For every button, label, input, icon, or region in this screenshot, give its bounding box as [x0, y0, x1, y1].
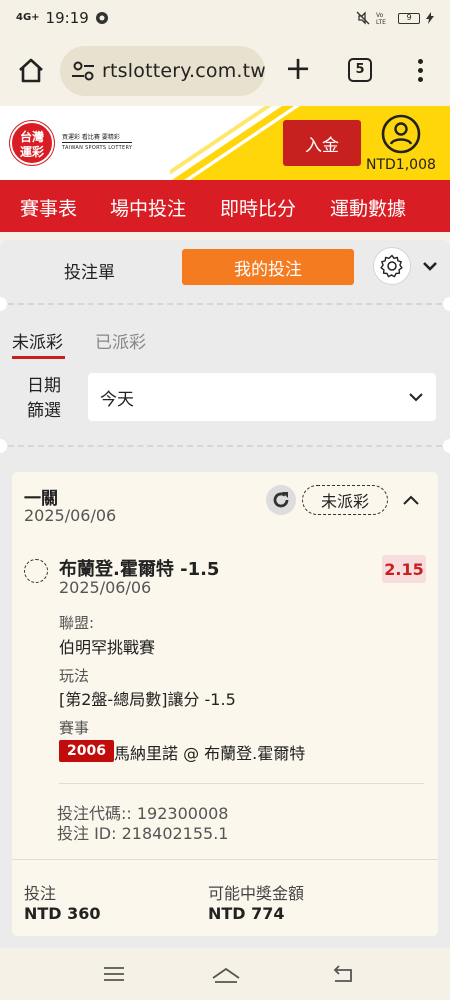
- divider: [8, 303, 442, 305]
- logo-slogan: 買運彩 看比賽 要精彩: [62, 134, 120, 141]
- app-notification-icon: [95, 12, 108, 24]
- market-label: 玩法: [59, 667, 90, 685]
- nav-item-live-scores[interactable]: 即時比分: [220, 194, 296, 221]
- tab-my-bets[interactable]: 我的投注: [182, 249, 354, 285]
- divider-notch: [443, 439, 450, 453]
- bet-panel: 投注單 我的投注 未派彩 已派彩 日期 篩選 今天 一關 2025/06/06 …: [0, 240, 450, 948]
- date-filter-label: 日期 篩選: [27, 376, 61, 421]
- svg-text:LTE: LTE: [376, 19, 386, 25]
- charging-icon: [426, 12, 434, 24]
- logo-english: TAIWAN SPORTS LOTTERY: [62, 142, 133, 153]
- account-balance: NTD1,008: [366, 157, 436, 173]
- status-badge: 未派彩: [302, 485, 388, 515]
- event-label: 賽事: [59, 719, 90, 737]
- refresh-icon: [273, 492, 289, 508]
- logo-badge: 台灣 運彩: [10, 121, 54, 165]
- nav-item-schedule[interactable]: 賽事表: [20, 194, 77, 221]
- address-bar[interactable]: rtslottery.com.tw: [60, 46, 265, 96]
- selection-date: 2025/06/06: [59, 578, 152, 597]
- chevron-down-icon: [409, 393, 423, 402]
- status-bar: 4G+ 19:19 Vo LTE 9: [0, 0, 450, 36]
- url-text: rtslottery.com.tw: [102, 60, 265, 82]
- home-icon[interactable]: [16, 56, 46, 86]
- bet-date: 2025/06/06: [24, 506, 117, 525]
- svg-text:Vo: Vo: [376, 12, 384, 19]
- league-label: 聯盟:: [59, 614, 95, 632]
- event-code-badge: 2006: [59, 740, 114, 762]
- tab-bet-slip[interactable]: 投注單: [64, 258, 115, 283]
- divider: [8, 445, 442, 447]
- system-nav-bar: [0, 948, 450, 1000]
- battery-icon: 9: [398, 12, 420, 24]
- date-filter-select[interactable]: 今天: [88, 373, 436, 421]
- mute-icon: [356, 11, 370, 25]
- tab-settled[interactable]: 已派彩: [95, 328, 146, 353]
- stake-value: NTD 360: [24, 904, 101, 923]
- new-tab-icon[interactable]: +: [283, 52, 313, 84]
- payout-label: 可能中獎金額: [208, 884, 305, 903]
- site-settings-icon[interactable]: [70, 58, 96, 84]
- divider-notch: [0, 439, 7, 453]
- recent-apps-icon[interactable]: [101, 964, 127, 984]
- active-tab-indicator: [12, 356, 65, 359]
- settings-button[interactable]: [373, 247, 411, 285]
- home-nav-icon[interactable]: [211, 964, 241, 984]
- clock: 19:19: [45, 9, 89, 27]
- volte-icon: VoLTE: [376, 12, 386, 25]
- date-filter-value: 今天: [100, 389, 134, 410]
- stake-label: 投注: [24, 884, 57, 903]
- bet-summary: 投注 NTD 360 可能中獎金額 NTD 774: [12, 859, 438, 936]
- divider-notch: [443, 297, 450, 311]
- site-logo[interactable]: 台灣 運彩 買運彩 看比賽 要精彩 TAIWAN SPORTS LOTTERY: [10, 121, 133, 165]
- user-account-icon[interactable]: [381, 114, 421, 154]
- logo-tagline: 買運彩 看比賽 要精彩 TAIWAN SPORTS LOTTERY: [62, 133, 133, 153]
- bet-card: 一關 2025/06/06 未派彩 布蘭登.霍爾特 -1.5 2025/06/0…: [12, 472, 438, 936]
- tab-unsettled[interactable]: 未派彩: [12, 328, 63, 353]
- league-value: 伯明罕挑戰賽: [59, 638, 156, 657]
- bet-id: 投注 ID: 218402155.1: [57, 824, 229, 843]
- site-header: 台灣 運彩 買運彩 看比賽 要精彩 TAIWAN SPORTS LOTTERY …: [0, 106, 450, 180]
- divider-notch: [0, 297, 7, 311]
- browser-toolbar: rtslottery.com.tw + 5: [0, 36, 450, 106]
- gear-icon: [380, 254, 403, 278]
- nav-item-sports-data[interactable]: 運動數據: [330, 194, 406, 221]
- tab-switcher-button[interactable]: 5: [348, 58, 372, 82]
- deposit-button[interactable]: 入金: [283, 120, 361, 166]
- logo-text: 台灣 運彩: [19, 130, 44, 159]
- selection-status-icon: [24, 559, 48, 583]
- payout-value: NTD 774: [208, 904, 285, 923]
- market-value: [第2盤-總局數]讓分 -1.5: [59, 690, 236, 709]
- odds-badge: 2.15: [382, 555, 426, 583]
- more-menu-icon[interactable]: [410, 56, 430, 86]
- network-indicator: 4G+: [16, 12, 40, 23]
- chevron-up-icon[interactable]: [401, 490, 421, 510]
- back-nav-icon[interactable]: [331, 964, 357, 984]
- nav-item-live-betting[interactable]: 場中投注: [110, 194, 186, 221]
- chevron-down-icon[interactable]: [420, 256, 440, 276]
- divider: [59, 783, 424, 784]
- refresh-button[interactable]: [266, 485, 296, 515]
- event-name: 馬納里諾 @ 布蘭登.霍爾特: [114, 744, 306, 763]
- main-nav: 賽事表 場中投注 即時比分 運動數據: [0, 180, 450, 232]
